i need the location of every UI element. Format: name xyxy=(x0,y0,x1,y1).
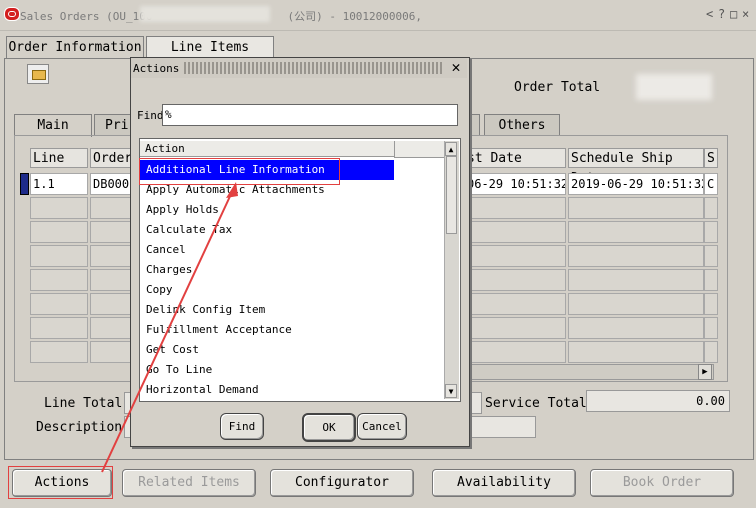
empty-cell[interactable] xyxy=(30,293,88,315)
empty-cell[interactable] xyxy=(90,317,134,339)
subtab-others[interactable]: Others xyxy=(484,114,560,136)
empty-cell[interactable] xyxy=(704,245,718,267)
book-order-button[interactable]: Book Order xyxy=(590,469,734,497)
empty-cell[interactable] xyxy=(568,197,704,219)
dialog-title-grip xyxy=(184,62,442,74)
folder-icon[interactable] xyxy=(27,64,49,84)
empty-cell[interactable] xyxy=(568,269,704,291)
dialog-title: Actions xyxy=(133,62,180,75)
empty-cell[interactable] xyxy=(464,341,566,363)
scroll-up-arrow-icon[interactable]: ▲ xyxy=(445,142,457,156)
column-header-schedule-ship-date: Schedule Ship Date xyxy=(568,148,704,186)
empty-cell[interactable] xyxy=(568,317,704,339)
empty-cell[interactable] xyxy=(90,293,134,315)
cell-request-date[interactable]: 06-29 10:51:32 xyxy=(464,173,566,195)
close-icon[interactable]: × xyxy=(742,7,749,21)
line-total-label: Line Total xyxy=(44,396,123,411)
empty-cell[interactable] xyxy=(568,341,704,363)
action-list-item[interactable]: Fulfillment Acceptance xyxy=(140,320,394,340)
empty-cell[interactable] xyxy=(568,245,704,267)
action-list-item[interactable]: Get Cost xyxy=(140,340,394,360)
redacted-region xyxy=(140,6,270,22)
maximize-icon[interactable]: □ xyxy=(730,7,737,21)
availability-button[interactable]: Availability xyxy=(432,469,576,497)
current-row-indicator xyxy=(20,173,29,195)
empty-cell[interactable] xyxy=(30,221,88,243)
annotation-highlight-actions xyxy=(8,466,113,499)
empty-cell[interactable] xyxy=(568,293,704,315)
find-label: Find xyxy=(137,109,164,122)
dialog-ok-button[interactable]: OK xyxy=(302,413,356,442)
empty-cell[interactable] xyxy=(30,197,88,219)
empty-cell[interactable] xyxy=(704,341,718,363)
cell-line[interactable]: 1.1 xyxy=(30,173,88,195)
empty-cell[interactable] xyxy=(30,269,88,291)
column-header-line: Line xyxy=(30,148,88,168)
scroll-down-arrow-icon[interactable]: ▼ xyxy=(445,384,457,398)
oracle-app-icon xyxy=(4,7,20,21)
empty-cell[interactable] xyxy=(704,197,718,219)
column-header-s: S xyxy=(704,148,718,168)
scroll-right-arrow-icon[interactable]: ▶ xyxy=(698,364,712,380)
related-items-button[interactable]: Related Items xyxy=(122,469,256,497)
subtab-main[interactable]: Main xyxy=(14,114,92,137)
configurator-button[interactable]: Configurator xyxy=(270,469,414,497)
partial-field[interactable] xyxy=(468,392,482,414)
dialog-find-button[interactable]: Find xyxy=(220,413,264,440)
column-header-request-date: st Date xyxy=(464,148,566,168)
order-total-label: Order Total xyxy=(514,80,601,95)
empty-cell[interactable] xyxy=(464,269,566,291)
empty-cell[interactable] xyxy=(568,221,704,243)
empty-cell[interactable] xyxy=(90,197,134,219)
redacted-order-total xyxy=(636,74,712,100)
empty-cell[interactable] xyxy=(30,341,88,363)
tab-order-information[interactable]: Order Information xyxy=(6,36,144,59)
action-list-item[interactable]: Go To Line xyxy=(140,360,394,380)
empty-cell[interactable] xyxy=(464,221,566,243)
find-input[interactable]: % xyxy=(162,104,458,126)
dialog-close-icon[interactable]: ✕ xyxy=(448,59,464,76)
empty-cell[interactable] xyxy=(90,221,134,243)
list-header-action: Action xyxy=(140,141,394,157)
partial-field-2[interactable] xyxy=(468,416,536,438)
empty-cell[interactable] xyxy=(704,317,718,339)
cell-order[interactable]: DB000 xyxy=(90,173,134,195)
dialog-cancel-button[interactable]: Cancel xyxy=(357,413,407,440)
scroll-thumb[interactable] xyxy=(446,156,457,234)
empty-cell[interactable] xyxy=(90,245,134,267)
service-total-label: Service Total xyxy=(485,396,587,411)
empty-cell[interactable] xyxy=(464,293,566,315)
subtab-pricing[interactable]: Pri xyxy=(94,114,134,135)
empty-cell[interactable] xyxy=(704,269,718,291)
action-list-item[interactable]: Delink Config Item xyxy=(140,300,394,320)
empty-cell[interactable] xyxy=(90,341,134,363)
help-icon[interactable]: ? xyxy=(718,7,725,21)
empty-cell[interactable] xyxy=(704,221,718,243)
empty-cell[interactable] xyxy=(30,317,88,339)
action-list-item[interactable]: Apply Holds xyxy=(140,200,394,220)
action-list-item[interactable]: Cancel xyxy=(140,240,394,260)
action-list-item[interactable]: Calculate Tax xyxy=(140,220,394,240)
cell-s[interactable]: C xyxy=(704,173,718,195)
empty-cell[interactable] xyxy=(30,245,88,267)
empty-cell[interactable] xyxy=(464,317,566,339)
action-list-item[interactable]: Horizontal Demand xyxy=(140,380,394,400)
empty-cell[interactable] xyxy=(704,293,718,315)
cell-schedule-ship-date[interactable]: 2019-06-29 10:51:32 xyxy=(568,173,704,195)
empty-cell[interactable] xyxy=(464,197,566,219)
annotation-highlight-selected xyxy=(139,158,340,185)
empty-cell[interactable] xyxy=(90,269,134,291)
column-header-order: Order xyxy=(90,148,134,168)
horizontal-scrollbar[interactable] xyxy=(466,364,714,380)
action-list-item[interactable]: Copy xyxy=(140,280,394,300)
action-list-item[interactable]: Charges xyxy=(140,260,394,280)
list-header-blank xyxy=(394,141,445,158)
service-total-field[interactable]: 0.00 xyxy=(586,390,730,412)
empty-cell[interactable] xyxy=(464,245,566,267)
restore-icon[interactable]: < xyxy=(706,7,713,21)
description-label: Description xyxy=(36,420,123,435)
